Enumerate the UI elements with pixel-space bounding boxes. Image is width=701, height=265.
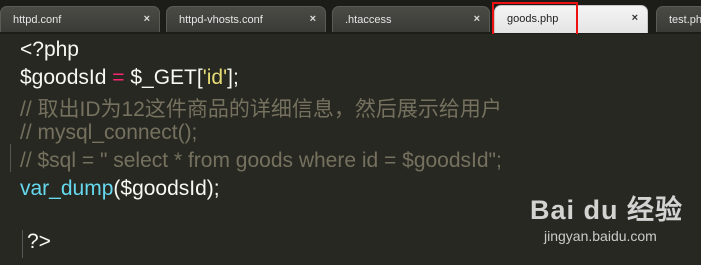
code-line-7: ?> bbox=[27, 230, 51, 253]
code-token: = bbox=[106, 66, 131, 89]
close-icon[interactable]: × bbox=[310, 13, 316, 25]
tab-label: test.ph bbox=[669, 14, 701, 26]
tab-httpd-vhosts-conf[interactable]: httpd-vhosts.conf × bbox=[166, 6, 326, 32]
code-token: $_GET[ bbox=[130, 66, 203, 89]
code-line-5: // $sql = " select * from goods where id… bbox=[20, 149, 502, 172]
close-icon[interactable]: × bbox=[144, 13, 150, 25]
indent-guide bbox=[10, 144, 11, 172]
tab-label: httpd-vhosts.conf bbox=[179, 14, 263, 26]
code-line-3: // 取出ID为12这件商品的详细信息，然后展示给用户 bbox=[20, 98, 502, 121]
tab-goods-php[interactable]: goods.php × bbox=[494, 5, 648, 33]
watermark-url: jingyan.baidu.com bbox=[544, 228, 657, 244]
tab-label: .htaccess bbox=[345, 14, 392, 26]
tab-bar: httpd.conf × httpd-vhosts.conf × .htacce… bbox=[0, 0, 701, 34]
tab-test-php[interactable]: test.ph bbox=[656, 6, 701, 32]
baidu-jingyan-watermark: Bai du 经验 jingyan.baidu.com bbox=[530, 188, 700, 264]
watermark-logo-text: Bai du 经验 bbox=[530, 195, 684, 225]
code-line-4: // mysql_connect(); bbox=[20, 121, 198, 144]
tab-httpd-conf[interactable]: httpd.conf × bbox=[0, 6, 160, 32]
tab-label: goods.php bbox=[507, 13, 559, 25]
code-line-2: $goodsId = $_GET['id']; bbox=[20, 66, 239, 90]
code-token: 'id' bbox=[202, 66, 228, 89]
close-icon[interactable]: × bbox=[632, 12, 638, 24]
code-token: ]; bbox=[227, 66, 239, 89]
tab-label: httpd.conf bbox=[13, 14, 62, 26]
code-token: $goodsId bbox=[20, 66, 107, 89]
indent-guide bbox=[22, 230, 23, 258]
code-token: ($goodsId); bbox=[113, 177, 220, 200]
code-line-6: var_dump($goodsId); bbox=[20, 177, 220, 201]
tab-htaccess[interactable]: .htaccess × bbox=[332, 6, 490, 32]
code-line-1: <?php bbox=[20, 38, 79, 61]
code-token: var_dump bbox=[20, 177, 114, 200]
close-icon[interactable]: × bbox=[474, 13, 480, 25]
